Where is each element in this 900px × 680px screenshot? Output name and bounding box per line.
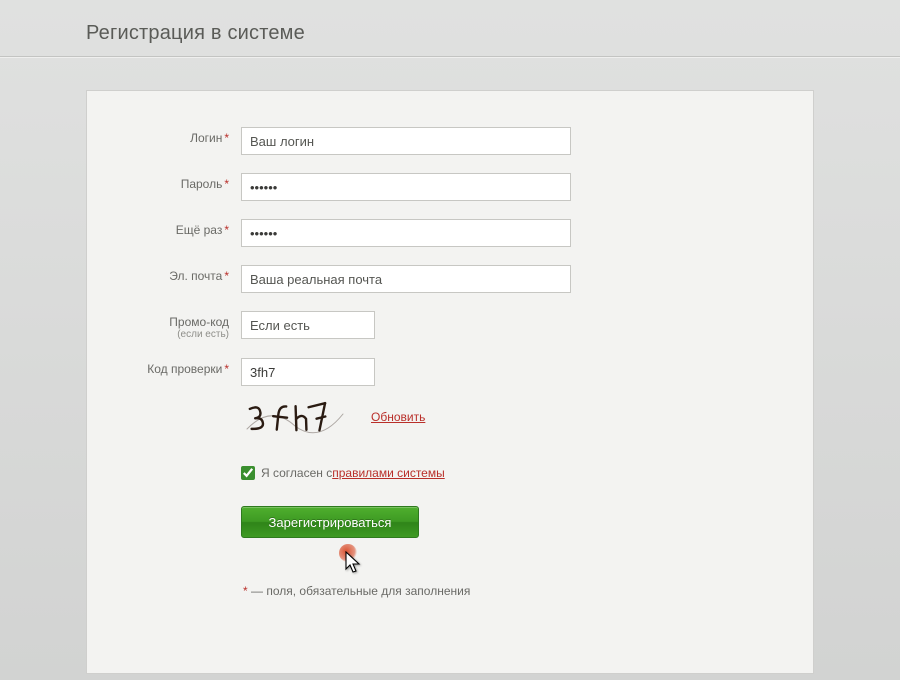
label-email: Эл. почта*: [87, 265, 237, 283]
row-confirm: Ещё раз*: [87, 219, 813, 247]
captcha-image: [241, 396, 349, 438]
required-mark: *: [224, 131, 229, 145]
row-promo: Промо-код (если есть): [87, 311, 813, 340]
confirm-input[interactable]: [241, 219, 571, 247]
registration-form: Логин* Пароль* Ещё раз*: [87, 127, 813, 604]
login-input[interactable]: [241, 127, 571, 155]
row-login: Логин*: [87, 127, 813, 155]
promo-input[interactable]: [241, 311, 375, 339]
row-password: Пароль*: [87, 173, 813, 201]
agree-text: Я согласен с: [261, 466, 332, 480]
email-input[interactable]: [241, 265, 571, 293]
agree-row: Я согласен с правилами системы: [241, 466, 813, 480]
required-mark: *: [243, 584, 248, 598]
captcha-input[interactable]: [241, 358, 375, 386]
required-footnote: * — поля, обязательные для заполнения: [241, 584, 813, 598]
required-mark: *: [224, 362, 229, 376]
required-mark: *: [224, 223, 229, 237]
captcha-area: Обновить: [241, 396, 813, 438]
row-email: Эл. почта*: [87, 265, 813, 293]
required-mark: *: [224, 269, 229, 283]
row-captcha: Код проверки*: [87, 358, 813, 598]
label-confirm: Ещё раз*: [87, 219, 237, 237]
register-button[interactable]: Зарегистрироваться: [241, 506, 419, 538]
label-password: Пароль*: [87, 173, 237, 191]
label-promo: Промо-код (если есть): [87, 311, 237, 340]
label-captcha: Код проверки*: [87, 358, 237, 376]
password-input[interactable]: [241, 173, 571, 201]
captcha-refresh-link[interactable]: Обновить: [371, 410, 425, 424]
title-divider: [0, 56, 900, 57]
required-mark: *: [224, 177, 229, 191]
rules-link[interactable]: правилами системы: [332, 466, 445, 480]
registration-card: Логин* Пароль* Ещё раз*: [86, 90, 814, 674]
label-login: Логин*: [87, 127, 237, 145]
label-promo-sub: (если есть): [87, 330, 229, 341]
agree-checkbox[interactable]: [241, 466, 255, 480]
page-title: Регистрация в системе: [86, 22, 305, 45]
